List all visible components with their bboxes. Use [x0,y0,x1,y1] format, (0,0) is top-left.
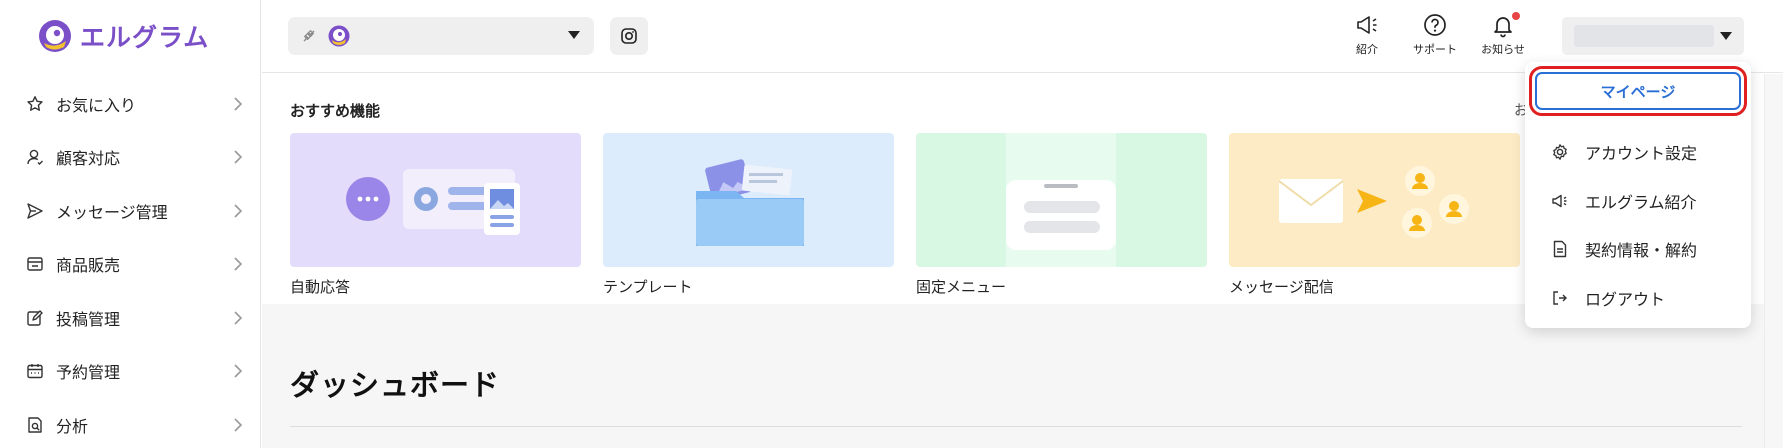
intro-button[interactable]: 紹介 [1332,12,1402,64]
tool-label: サポート [1413,43,1457,56]
instagram-icon [621,28,637,44]
feature-card-image [1229,133,1520,267]
sidebar-item-message-management[interactable]: メッセージ管理 [0,184,261,238]
menu-item-logout[interactable]: ログアウト [1551,284,1665,312]
chevron-down-icon [1720,32,1732,40]
menu-item-elgram-intro[interactable]: エルグラム紹介 [1551,187,1697,215]
user-icon [26,148,44,166]
feature-card-label: メッセージ配信 [1229,278,1334,296]
sidebar-item-label: 商品販売 [56,256,121,276]
calendar-icon [26,362,44,380]
chevron-right-icon [234,204,243,218]
feature-card-image [290,133,581,267]
sidebar-item-customer-support[interactable]: 顧客対応 [0,131,261,185]
tool-label: お知らせ [1481,43,1525,56]
edit-icon [26,309,44,327]
sidebar-item-label: 分析 [56,416,89,436]
feature-card-image [603,133,894,267]
help-icon [1424,14,1446,36]
app: エルグラム お気に入り 顧客対応 メッセージ管理 商品販売 投稿管理 予約管理 … [0,0,1783,448]
chevron-right-icon [234,257,243,271]
menu-item-account-settings[interactable]: アカウント設定 [1551,138,1697,166]
chevron-down-icon [568,31,580,39]
section-title: おすすめ機能 [290,102,381,120]
instagram-button[interactable] [610,17,648,55]
chevron-right-icon [234,97,243,111]
user-menu-button[interactable] [1562,17,1744,55]
feature-card-fixed-menu[interactable]: 固定メニュー [916,133,1207,297]
divider [290,426,1742,427]
brand-name: エルグラム [80,23,210,52]
menu-item-label: アカウント設定 [1585,144,1698,163]
menu-item-contract-info[interactable]: 契約情報・解約 [1551,235,1697,263]
user-name-redacted [1574,25,1714,47]
support-button[interactable]: サポート [1400,12,1470,64]
chevron-right-icon [234,311,243,325]
logo[interactable]: エルグラム [38,16,209,56]
sidebar-item-reservation-management[interactable]: 予約管理 [0,345,261,399]
notifications-button[interactable]: お知らせ [1468,12,1538,64]
sidebar-item-label: お気に入り [56,95,137,115]
menu-item-label: 契約情報・解約 [1585,241,1698,260]
menu-item-label: ログアウト [1585,290,1666,309]
page-title: ダッシュボード [290,368,501,402]
sidebar-item-product-sales[interactable]: 商品販売 [0,238,261,292]
account-selector[interactable] [288,17,594,55]
sidebar-item-label: 投稿管理 [56,309,121,329]
chevron-right-icon [234,418,243,432]
feature-card-image [916,133,1207,267]
templates-illustration [696,159,804,246]
feature-card-auto-reply[interactable]: 自動応答 [290,133,581,297]
logo-mark-icon [39,20,71,52]
menu-item-label: エルグラム紹介 [1585,193,1697,212]
sidebar-item-label: 予約管理 [56,363,121,383]
logout-icon [1553,291,1567,305]
feature-card-label: 自動応答 [290,278,351,296]
notification-badge [1512,12,1520,20]
megaphone-icon [1357,16,1377,34]
sidebar-item-analytics[interactable]: 分析 [0,398,261,448]
sidebar-item-label: メッセージ管理 [56,202,168,222]
sidebar-item-post-management[interactable]: 投稿管理 [0,291,261,345]
link-icon [303,29,315,42]
chevron-right-icon [234,364,243,378]
report-icon [26,416,44,434]
feature-card-label: テンプレート [603,278,693,296]
sidebar: エルグラム お気に入り 顧客対応 メッセージ管理 商品販売 投稿管理 予約管理 … [0,0,261,448]
feature-card-templates[interactable]: テンプレート [603,133,894,297]
feature-card-message-delivery[interactable]: メッセージ配信 [1229,133,1520,297]
auto-reply-illustration [346,169,520,235]
megaphone-icon [1552,194,1567,208]
sidebar-nav: お気に入り 顧客対応 メッセージ管理 商品販売 投稿管理 予約管理 分析 [0,77,261,448]
message-delivery-illustration [1278,166,1469,238]
tool-label: 紹介 [1356,43,1378,56]
send-icon [26,202,44,220]
document-icon [1553,240,1567,258]
gear-icon [1553,144,1567,160]
feature-card-label: 固定メニュー [916,278,1007,296]
star-icon [26,95,44,113]
user-dropdown-menu: マイページ アカウント設定 エルグラム紹介 契約情報・解約 ログアウト [1525,62,1751,328]
scrollbar[interactable] [1764,74,1783,448]
shop-icon [26,255,44,273]
fixed-menu-illustration [1006,133,1116,267]
mypage-button[interactable]: マイページ [1529,66,1747,116]
sidebar-item-favorites[interactable]: お気に入り [0,77,261,131]
chevron-right-icon [234,150,243,164]
sidebar-item-label: 顧客対応 [56,149,121,169]
account-avatar [328,25,350,47]
